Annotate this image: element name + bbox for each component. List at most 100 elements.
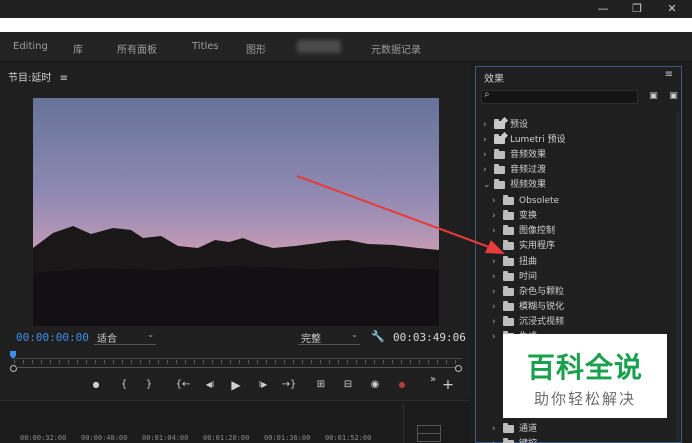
watermark-title: 百科全说 (526, 351, 643, 384)
effects-tree-item[interactable]: › 键控 (492, 437, 662, 443)
folder-icon (503, 256, 514, 266)
export-frame-button[interactable]: ◉ (367, 378, 383, 392)
chevron-right-icon[interactable]: › (492, 239, 500, 253)
workspace-tab-graphics[interactable]: 图形 (246, 41, 266, 56)
effects-tree-item[interactable]: › 预设 (483, 118, 653, 132)
current-timecode[interactable]: 00:00:00:00 (16, 331, 89, 344)
more-controls-button[interactable]: » (425, 373, 441, 387)
new-custom-bin-icon[interactable]: ▣ (667, 90, 680, 102)
record-button[interactable]: ● (394, 378, 410, 392)
workspace-tab-metadata[interactable]: 元数据记录 (371, 41, 421, 56)
effects-tree-item[interactable]: › 扭曲 (492, 255, 662, 269)
chevron-right-icon[interactable]: › (483, 133, 491, 147)
audio-meter (417, 425, 441, 442)
effects-tree-item[interactable]: › 音频效果 (483, 148, 653, 162)
chevron-right-icon[interactable]: › (492, 300, 500, 314)
effects-tree-item-label: 视频效果 (510, 180, 547, 190)
chevron-right-icon[interactable]: › (492, 209, 500, 223)
chevron-right-icon[interactable]: › (483, 118, 491, 132)
chevron-right-icon[interactable]: › (483, 163, 491, 177)
mark-out-button[interactable]: } (141, 378, 157, 392)
quality-dropdown-value: 完整 (301, 334, 321, 345)
effects-tree-item[interactable]: › Obsolete (492, 194, 662, 208)
play-button[interactable]: ▶ (228, 378, 244, 392)
panel-divider (403, 404, 404, 443)
minimize-button[interactable]: — (586, 0, 620, 18)
chevron-right-icon[interactable]: › (492, 437, 500, 443)
effects-tree-item[interactable]: › 实用程序 (492, 239, 662, 253)
step-forward-button[interactable]: I▶ (255, 378, 271, 392)
effects-tree-item[interactable]: › 模糊与锐化 (492, 300, 662, 314)
effects-tree-item[interactable]: › 时间 (492, 270, 662, 284)
chevron-right-icon[interactable]: › (492, 422, 500, 436)
workspace-tab-library[interactable]: 库 (73, 41, 83, 56)
insert-button[interactable]: ⊞ (313, 378, 329, 392)
close-button[interactable]: ✕ (655, 0, 689, 18)
effects-tree-item[interactable]: › 图像控制 (492, 224, 662, 238)
go-to-in-button[interactable]: {← (175, 378, 191, 392)
overwrite-button[interactable]: ⊟ (340, 378, 356, 392)
folder-icon (503, 301, 514, 311)
video-preview[interactable] (33, 98, 439, 326)
effects-tree-item[interactable]: › Lumetri 预设 (483, 133, 653, 147)
step-back-button[interactable]: ◀I (202, 378, 218, 392)
effects-tree-item[interactable]: › 沉浸式视频 (492, 315, 662, 329)
chevron-down-icon[interactable]: ⌄ (483, 178, 491, 192)
folder-icon (494, 164, 505, 174)
timeline-ruler-label: 00:00:48:00 (81, 434, 128, 442)
folder-icon (503, 316, 514, 326)
effects-search-field[interactable] (494, 91, 634, 103)
monitor-title: 节目:延时 ≡ (8, 69, 68, 84)
effects-tree-item-label: 音频效果 (510, 150, 547, 160)
chevron-right-icon[interactable]: › (492, 255, 500, 269)
wrench-icon[interactable]: 🔧 (371, 330, 385, 343)
effects-tree-item[interactable]: › 变换 (492, 209, 662, 223)
timeline-ruler-label: 00:01:36:00 (264, 434, 311, 442)
chevron-right-icon[interactable]: › (492, 285, 500, 299)
timeline-ruler-label: 00:00:32:00 (20, 434, 67, 442)
workspace-tab-editing[interactable]: Editing (13, 41, 48, 52)
button-editor-add[interactable]: + (440, 378, 456, 392)
effects-tree-item-label: 通道 (519, 424, 538, 434)
chevron-right-icon[interactable]: › (492, 315, 500, 329)
effects-tree-item-label: 图像控制 (519, 226, 556, 236)
workspace-tab-titles[interactable]: Titles (192, 41, 219, 52)
maximize-button[interactable]: ❐ (620, 0, 654, 18)
workspace-tab-all-panels[interactable]: 所有面板 (117, 41, 157, 56)
menu-strip (0, 18, 692, 32)
folder-icon (503, 423, 514, 433)
mark-in-button[interactable]: { (116, 378, 132, 392)
chevron-right-icon[interactable]: › (483, 148, 491, 162)
chevron-right-icon[interactable]: › (492, 270, 500, 284)
fit-dropdown-value: 适合 (97, 334, 117, 345)
scrollbar-end-handle[interactable] (455, 365, 462, 372)
effects-menu-icon[interactable]: ≡ (665, 69, 673, 80)
chevron-right-icon[interactable]: › (492, 224, 500, 238)
go-to-out-button[interactable]: →} (281, 378, 297, 392)
chevron-right-icon[interactable]: › (492, 330, 500, 344)
effects-tree-item[interactable]: › 音频过渡 (483, 163, 653, 177)
ruler-ticks (14, 360, 462, 364)
timeline-panel: 00:00:32:00 00:00:48:00 00:01:04:00 00:0… (0, 400, 470, 443)
scrollbar-track (16, 367, 456, 368)
effects-tree-item-label: 杂色与颗粒 (519, 287, 565, 297)
watermark-subtitle: 助你轻松解决 (533, 390, 636, 408)
preset-bin-icon (494, 119, 505, 129)
zoom-scrollbar[interactable] (10, 365, 462, 372)
timeline-ruler-label: 00:01:20:00 (203, 434, 250, 442)
effects-scrollbar[interactable] (676, 112, 680, 442)
new-preset-bin-icon[interactable]: ▣ (647, 90, 660, 102)
add-marker-button[interactable]: ● (88, 378, 104, 392)
quality-dropdown[interactable]: 完整 ⌄ (298, 330, 360, 345)
folder-icon (503, 225, 514, 235)
timeline-ruler-label: 00:01:52:00 (325, 434, 372, 442)
folder-icon (503, 210, 514, 220)
chevron-right-icon[interactable]: › (492, 194, 500, 208)
monitor-menu-icon[interactable]: ≡ (60, 73, 68, 84)
effects-tree-item[interactable]: ⌄ 视频效果 (483, 178, 653, 192)
effects-tree-item[interactable]: › 通道 (492, 422, 662, 436)
chevron-down-icon: ⌄ (147, 330, 154, 339)
effects-search-input[interactable]: ⌕ (481, 89, 638, 104)
fit-dropdown[interactable]: 适合 ⌄ (94, 330, 156, 345)
effects-tree-item[interactable]: › 杂色与颗粒 (492, 285, 662, 299)
